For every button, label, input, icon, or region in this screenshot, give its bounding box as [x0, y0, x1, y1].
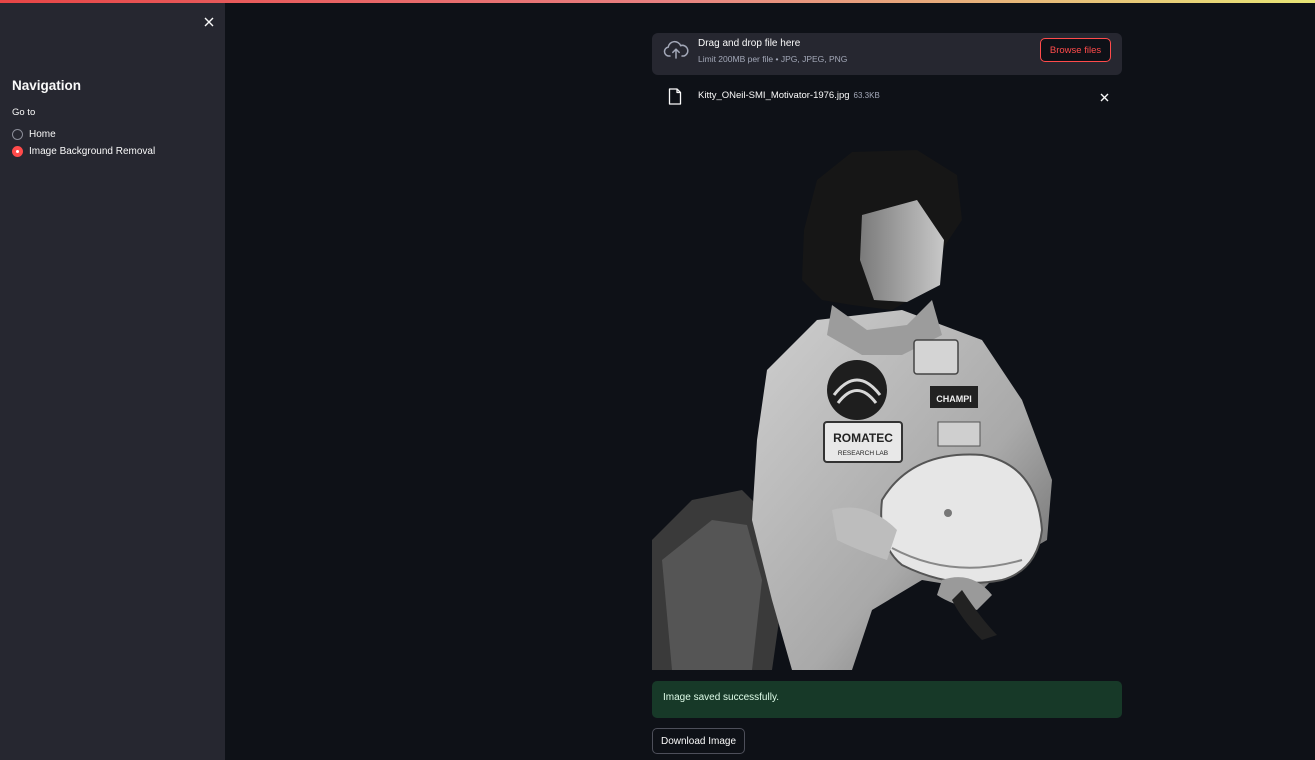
success-alert: Image saved successfully. [652, 681, 1122, 718]
radio-group-label: Go to [12, 107, 36, 118]
close-sidebar-button[interactable] [200, 13, 218, 31]
radio-option-label: Image Background Removal [29, 146, 156, 157]
close-icon [204, 17, 214, 27]
remove-file-button[interactable] [1097, 90, 1111, 104]
download-image-button[interactable]: Download Image [652, 728, 745, 754]
uploaded-file-name: Kitty_ONeil-SMI_Motivator-1976.jpg 63.3KB [698, 90, 880, 101]
astronaut-portrait-image: ROMATEC RESEARCH LAB CHAMPI [652, 150, 1052, 670]
dropzone-instructions: Drag and drop file here [698, 38, 801, 49]
file-size: 63.3KB [853, 91, 880, 100]
browse-files-button[interactable]: Browse files [1040, 38, 1111, 62]
sidebar-title: Navigation [12, 78, 82, 93]
uploaded-file-row: Kitty_ONeil-SMI_Motivator-1976.jpg 63.3KB [652, 84, 1122, 108]
radio-option-label: Home [29, 129, 56, 140]
sidebar: Navigation Go to Home Image Background R… [0, 3, 225, 760]
close-icon [1100, 93, 1108, 101]
file-icon [668, 88, 682, 105]
file-uploader-dropzone[interactable]: Drag and drop file here Limit 200MB per … [652, 33, 1122, 75]
cloud-upload-icon [663, 40, 689, 59]
radio-button-selected[interactable] [12, 146, 23, 157]
radio-option-home[interactable]: Home [12, 129, 56, 140]
success-message: Image saved successfully. [663, 692, 779, 703]
file-name-text: Kitty_ONeil-SMI_Motivator-1976.jpg [698, 90, 850, 101]
patch-text: RESEARCH LAB [838, 450, 888, 457]
radio-button[interactable] [12, 129, 23, 140]
radio-option-image-background-removal[interactable]: Image Background Removal [12, 146, 155, 157]
dropzone-limit-text: Limit 200MB per file • JPG, JPEG, PNG [698, 54, 848, 64]
patch-text: CHAMPI [936, 394, 972, 404]
patch-text: ROMATEC [833, 431, 893, 445]
background-removed-image: ROMATEC RESEARCH LAB CHAMPI [652, 140, 1122, 670]
